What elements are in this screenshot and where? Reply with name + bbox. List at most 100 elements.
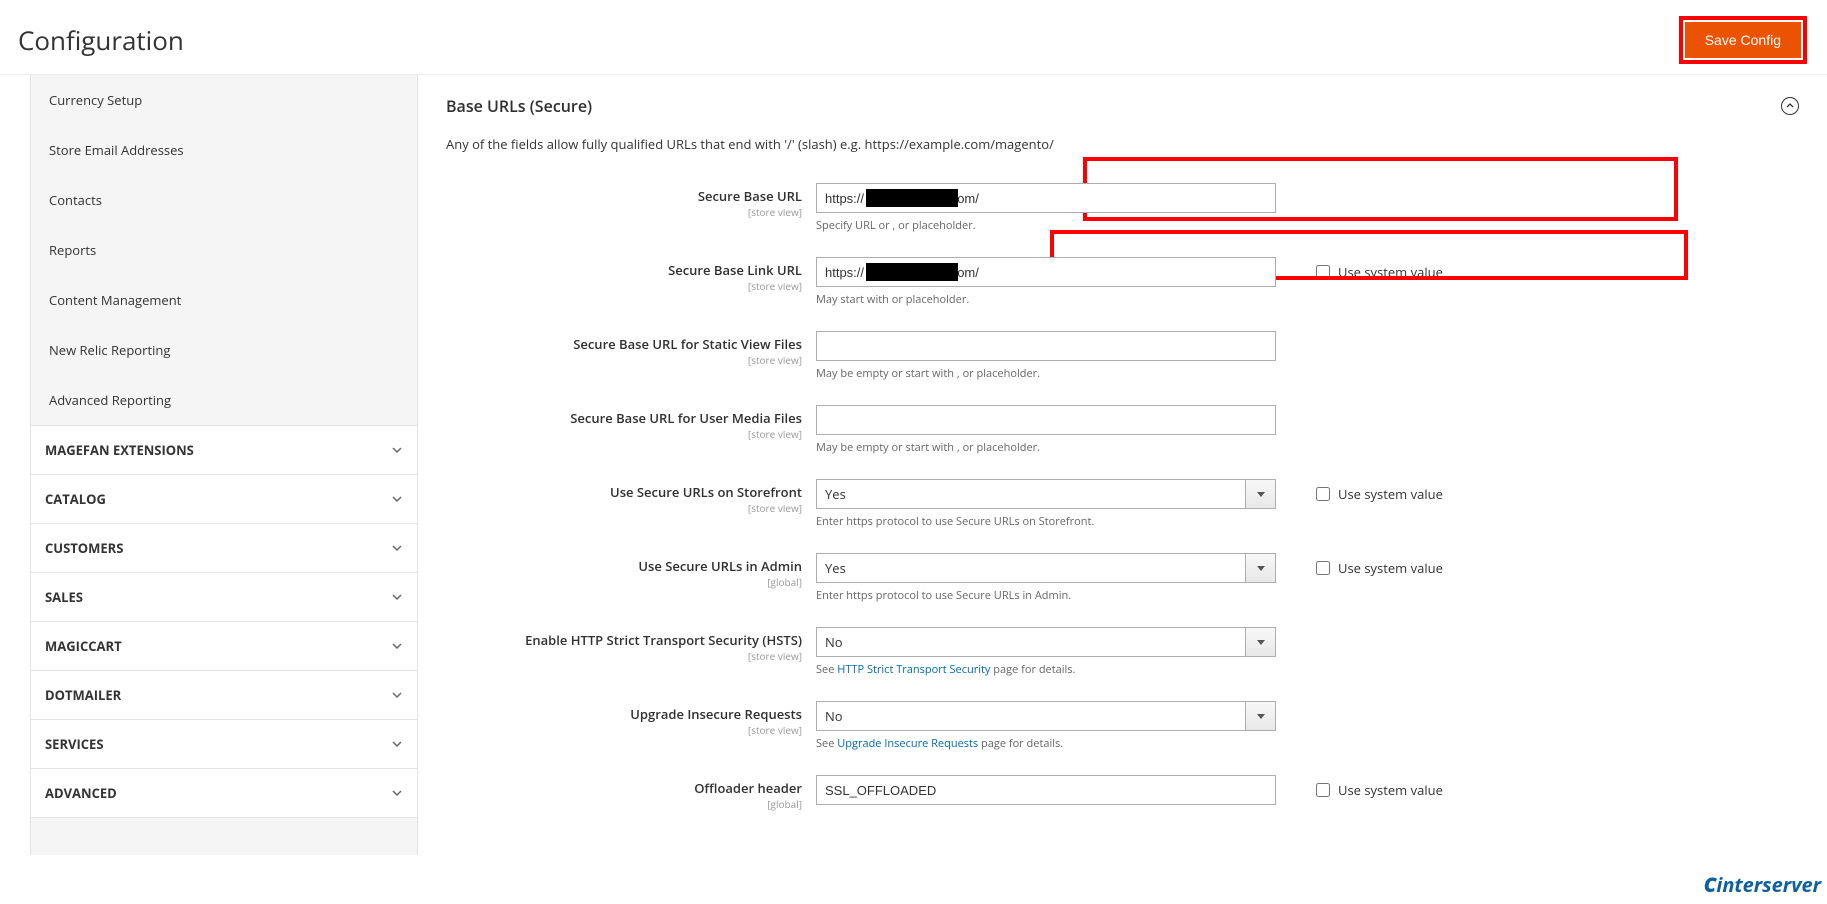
field-hint: See HTTP Strict Transport Security page …	[816, 662, 1276, 677]
sidebar-item-reports[interactable]: Reports	[31, 225, 417, 275]
dropdown-toggle-icon	[1245, 480, 1275, 508]
sidebar-section-magefan[interactable]: MAGEFAN EXTENSIONS	[31, 425, 417, 474]
section-label: CATALOG	[45, 490, 106, 508]
use-secure-storefront-select[interactable]: Yes	[816, 479, 1276, 509]
field-scope: [store view]	[446, 205, 802, 219]
brand-watermark: Cinterserver	[1704, 871, 1821, 898]
field-scope: [global]	[446, 797, 802, 811]
checkbox[interactable]	[1316, 783, 1330, 797]
chevron-down-icon	[391, 787, 403, 799]
sidebar-section-services[interactable]: SERVICES	[31, 719, 417, 768]
field-scope: [store view]	[446, 723, 802, 737]
media-files-url-input[interactable]	[816, 405, 1276, 435]
chevron-down-icon	[391, 689, 403, 701]
sidebar-section-advanced[interactable]: ADVANCED	[31, 768, 417, 818]
select-value: Yes	[825, 559, 846, 577]
hsts-link[interactable]: HTTP Strict Transport Security	[837, 662, 990, 677]
field-scope: [global]	[446, 575, 802, 589]
main-content: Base URLs (Secure) Any of the fields all…	[418, 75, 1827, 855]
checkbox-label: Use system value	[1338, 263, 1443, 281]
collapse-section-icon[interactable]	[1781, 97, 1799, 115]
sidebar-item-advanced-reporting[interactable]: Advanced Reporting	[31, 375, 417, 425]
section-label: SERVICES	[45, 735, 104, 753]
use-system-value-check[interactable]: Use system value	[1316, 553, 1443, 577]
row-use-secure-storefront: Use Secure URLs on Storefront[store view…	[446, 479, 1799, 529]
sidebar-item-content-management[interactable]: Content Management	[31, 275, 417, 325]
use-secure-admin-select[interactable]: Yes	[816, 553, 1276, 583]
select-value: Yes	[825, 485, 846, 503]
chevron-down-icon	[391, 640, 403, 652]
checkbox[interactable]	[1316, 265, 1330, 279]
chevron-down-icon	[391, 591, 403, 603]
sidebar-item-store-email[interactable]: Store Email Addresses	[31, 125, 417, 175]
field-label: Offloader header	[446, 779, 802, 797]
chevron-down-icon	[391, 542, 403, 554]
sidebar-section-catalog[interactable]: CATALOG	[31, 474, 417, 523]
use-system-value-check[interactable]: Use system value	[1316, 479, 1443, 503]
sidebar-section-sales[interactable]: SALES	[31, 572, 417, 621]
section-label: MAGEFAN EXTENSIONS	[45, 441, 194, 459]
field-hint: Specify URL or , or placeholder.	[816, 218, 1276, 233]
dropdown-toggle-icon	[1245, 702, 1275, 730]
select-value: No	[825, 707, 843, 725]
config-sidebar: Currency Setup Store Email Addresses Con…	[30, 75, 418, 855]
sidebar-item-new-relic[interactable]: New Relic Reporting	[31, 325, 417, 375]
row-secure-base-url: Secure Base URL[store view] Specify URL …	[446, 183, 1799, 233]
redaction	[866, 189, 958, 207]
field-hint: See Upgrade Insecure Requests page for d…	[816, 736, 1276, 751]
field-label: Secure Base URL	[446, 187, 802, 205]
use-system-value-check[interactable]: Use system value	[1316, 257, 1443, 281]
use-system-value-check[interactable]: Use system value	[1316, 775, 1443, 799]
checkbox-label: Use system value	[1338, 781, 1443, 799]
page-title: Configuration	[18, 22, 184, 58]
field-scope: [store view]	[446, 649, 802, 663]
save-config-button[interactable]: Save Config	[1685, 22, 1801, 58]
field-label: Enable HTTP Strict Transport Security (H…	[446, 631, 802, 649]
section-label: CUSTOMERS	[45, 539, 123, 557]
field-scope: [store view]	[446, 279, 802, 293]
field-label: Use Secure URLs in Admin	[446, 557, 802, 575]
field-label: Secure Base URL for User Media Files	[446, 409, 802, 427]
page-header: Configuration Save Config	[0, 0, 1827, 75]
field-hint: Enter https protocol to use Secure URLs …	[816, 514, 1276, 529]
offloader-header-input[interactable]	[816, 775, 1276, 805]
checkbox-label: Use system value	[1338, 559, 1443, 577]
sidebar-item-contacts[interactable]: Contacts	[31, 175, 417, 225]
upgrade-insecure-link[interactable]: Upgrade Insecure Requests	[837, 736, 978, 751]
field-hint: May be empty or start with , or placehol…	[816, 440, 1276, 455]
checkbox[interactable]	[1316, 561, 1330, 575]
field-scope: [store view]	[446, 501, 802, 515]
row-static-files-url: Secure Base URL for Static View Files[st…	[446, 331, 1799, 381]
sidebar-section-dotmailer[interactable]: DOTMAILER	[31, 670, 417, 719]
chevron-down-icon	[391, 738, 403, 750]
field-scope: [store view]	[446, 427, 802, 441]
section-label: MAGICCART	[45, 637, 122, 655]
row-offloader-header: Offloader header[global] Use system valu…	[446, 775, 1799, 811]
section-description: Any of the fields allow fully qualified …	[446, 135, 1799, 153]
row-hsts: Enable HTTP Strict Transport Security (H…	[446, 627, 1799, 677]
row-media-files-url: Secure Base URL for User Media Files[sto…	[446, 405, 1799, 455]
section-title: Base URLs (Secure)	[446, 95, 592, 117]
row-use-secure-admin: Use Secure URLs in Admin[global] Yes Ent…	[446, 553, 1799, 603]
field-label: Upgrade Insecure Requests	[446, 705, 802, 723]
field-scope: [store view]	[446, 353, 802, 367]
static-files-url-input[interactable]	[816, 331, 1276, 361]
checkbox-label: Use system value	[1338, 485, 1443, 503]
select-value: No	[825, 633, 843, 651]
row-upgrade-insecure: Upgrade Insecure Requests[store view] No…	[446, 701, 1799, 751]
redaction	[866, 263, 958, 281]
checkbox[interactable]	[1316, 487, 1330, 501]
sidebar-section-customers[interactable]: CUSTOMERS	[31, 523, 417, 572]
section-label: SALES	[45, 588, 83, 606]
hsts-select[interactable]: No	[816, 627, 1276, 657]
row-secure-base-link-url: Secure Base Link URL[store view] May sta…	[446, 257, 1799, 307]
field-hint: May start with or placeholder.	[816, 292, 1276, 307]
sidebar-item-currency-setup[interactable]: Currency Setup	[31, 75, 417, 125]
field-label: Secure Base URL for Static View Files	[446, 335, 802, 353]
upgrade-insecure-select[interactable]: No	[816, 701, 1276, 731]
sidebar-section-magiccart[interactable]: MAGICCART	[31, 621, 417, 670]
field-hint: May be empty or start with , or placehol…	[816, 366, 1276, 381]
chevron-down-icon	[391, 444, 403, 456]
field-hint: Enter https protocol to use Secure URLs …	[816, 588, 1276, 603]
field-label: Secure Base Link URL	[446, 261, 802, 279]
